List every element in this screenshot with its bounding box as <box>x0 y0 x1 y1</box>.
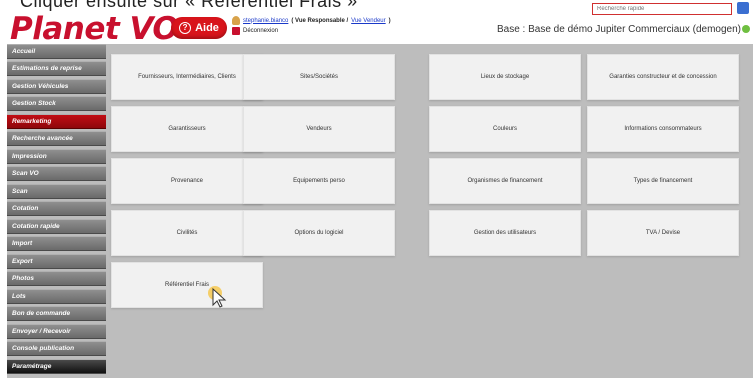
user-icon <box>232 16 240 25</box>
sidebar-item[interactable]: Recherche avancée <box>7 131 106 146</box>
settings-tile[interactable]: Options du logiciel <box>243 210 395 256</box>
settings-tile[interactable]: Garantisseurs <box>111 106 263 152</box>
settings-tile[interactable]: Gestion des utilisateurs <box>429 210 581 256</box>
planet-vo-logo[interactable]: Planet VO <box>10 11 179 47</box>
sidebar-item[interactable]: Scan VO <box>7 166 106 181</box>
vendor-view-link[interactable]: Vue Vendeur <box>351 18 385 24</box>
user-name-link[interactable]: stephanie.bianco <box>243 18 288 24</box>
user-info: stephanie.bianco ( Vue Responsable / Vue… <box>232 16 391 25</box>
logout-label: Déconnexion <box>243 28 279 34</box>
sidebar-item[interactable]: Bon de commande <box>7 306 106 321</box>
logout-icon <box>232 27 240 35</box>
settings-tile[interactable]: TVA / Devise <box>587 210 739 256</box>
sidebar-item[interactable]: Accueil <box>7 44 106 59</box>
database-label: Base : Base de démo Jupiter Commerciaux … <box>496 24 741 35</box>
settings-tile[interactable]: Vendeurs <box>243 106 395 152</box>
sidebar-item[interactable]: Gestion Stock <box>7 96 106 111</box>
help-button-label: Aide <box>195 22 219 34</box>
settings-tile[interactable]: Civilités <box>111 210 263 256</box>
help-icon: ? <box>179 22 192 34</box>
app-header: Planet VO ? Aide stephanie.bianco ( Vue … <box>0 2 753 47</box>
settings-panel: Fournisseurs, Intermédiaires, Clients Sit… <box>106 44 753 378</box>
user-role-suffix: ) <box>388 17 391 24</box>
settings-tile[interactable]: Organismes de financement <box>429 158 581 204</box>
refresh-icon[interactable] <box>742 25 750 33</box>
sidebar-item[interactable]: Photos <box>7 271 106 286</box>
quick-search-input[interactable] <box>592 3 732 15</box>
settings-tile[interactable]: Référentiel Frais <box>111 262 263 308</box>
sidebar-nav: Accueil Estimations de reprise Gestion Véh… <box>7 44 106 378</box>
sidebar-item[interactable]: Export <box>7 254 106 269</box>
sidebar-item[interactable]: Import <box>7 236 106 251</box>
sidebar-item[interactable]: Envoyer / Recevoir <box>7 324 106 339</box>
settings-tile[interactable]: Provenance <box>111 158 263 204</box>
sidebar-item[interactable]: Console publication <box>7 341 106 356</box>
sidebar-item[interactable]: Paramétrage <box>7 359 106 374</box>
settings-tile[interactable]: Types de financement <box>587 158 739 204</box>
search-icon[interactable] <box>737 2 749 14</box>
settings-tile[interactable]: Lieux de stockage <box>429 54 581 100</box>
sidebar-item[interactable]: Lots <box>7 289 106 304</box>
help-button[interactable]: ? Aide <box>171 17 227 39</box>
settings-tile[interactable]: Fournisseurs, Intermédiaires, Clients <box>111 54 263 100</box>
sidebar-item[interactable]: Cotation <box>7 201 106 216</box>
settings-tile[interactable]: Garanties constructeur et de concession <box>587 54 739 100</box>
sidebar-item[interactable]: Cotation rapide <box>7 219 106 234</box>
user-role-prefix: ( Vue Responsable / <box>291 17 349 24</box>
settings-tile[interactable]: Sites/Sociétés <box>243 54 395 100</box>
sidebar-item[interactable]: Remarketing <box>7 114 106 129</box>
settings-tile[interactable]: Couleurs <box>429 106 581 152</box>
sidebar-item[interactable]: Scan <box>7 184 106 199</box>
sidebar-item[interactable]: Estimations de reprise <box>7 61 106 76</box>
sidebar-item[interactable]: Gestion Véhicules <box>7 79 106 94</box>
logout-link[interactable]: Déconnexion <box>232 27 278 35</box>
settings-tile[interactable]: Informations consommateurs <box>587 106 739 152</box>
settings-tile[interactable]: Equipements perso <box>243 158 395 204</box>
sidebar-item[interactable]: Impression <box>7 149 106 164</box>
